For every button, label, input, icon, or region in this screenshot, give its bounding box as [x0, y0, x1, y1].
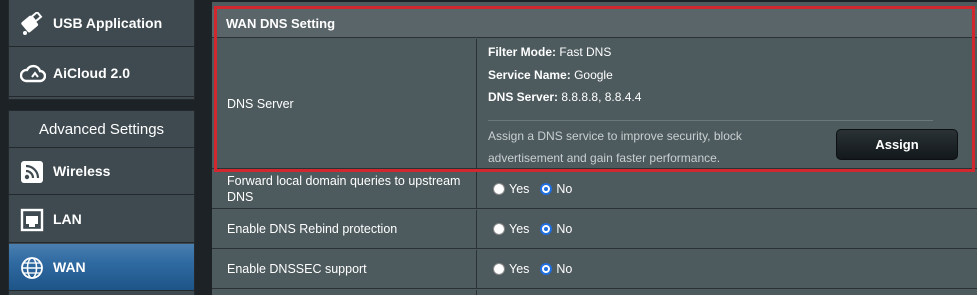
dnssec-radio-group: Yes No	[493, 262, 583, 276]
dnssec-label: Enable DNSSEC support	[212, 250, 477, 288]
forward-local-domain-options: Yes No	[478, 170, 977, 208]
dns-description: Assign a DNS service to improve security…	[488, 129, 742, 165]
service-name-key: Service Name:	[488, 68, 571, 82]
sidebar-item-label: LAN	[53, 211, 82, 227]
usb-icon	[20, 10, 46, 36]
assign-button[interactable]: Assign	[836, 129, 958, 160]
sidebar-top-menu: USB Application AiCloud 2.0	[8, 0, 195, 100]
next-row-label	[212, 290, 477, 295]
forward-local-domain-radio-group: Yes No	[493, 182, 583, 196]
dns-server-addresses: 8.8.8.8, 8.8.4.4	[561, 90, 642, 104]
sidebar-item-label: USB Application	[53, 15, 163, 31]
radio-button-checked[interactable]	[540, 183, 553, 195]
dns-server-value-cell: Filter Mode: Fast DNS Service Name: Goog…	[478, 39, 977, 168]
panel-title: WAN DNS Setting	[226, 16, 336, 31]
filter-mode-key: Filter Mode:	[488, 45, 556, 59]
sidebar-item-label: AiCloud 2.0	[53, 65, 131, 81]
divider	[488, 120, 933, 121]
dns-rebind-options: Yes No	[478, 210, 977, 248]
advanced-settings-menu: Advanced Settings Wireless LAN WAN	[8, 110, 195, 295]
radio-label: Yes	[509, 182, 530, 196]
sidebar-item-wan[interactable]: WAN	[9, 244, 194, 291]
dnssec-no-option[interactable]: No	[540, 262, 572, 276]
advanced-settings-header: Advanced Settings	[9, 111, 194, 148]
dns-rebind-row: Enable DNS Rebind protection Yes No	[212, 210, 977, 249]
radio-button[interactable]	[493, 183, 505, 195]
cloud-icon	[19, 62, 47, 86]
radio-button-checked[interactable]	[540, 263, 553, 275]
sidebar-item-aicloud[interactable]: AiCloud 2.0	[9, 50, 194, 97]
wan-dns-settings-panel: WAN DNS Setting DNS Server Filter Mode: …	[212, 2, 977, 295]
lan-icon	[20, 208, 46, 232]
radio-label: No	[556, 222, 573, 236]
router-settings-page: { "sidebar": { "top_items": [ {"label": …	[0, 0, 977, 295]
dnssec-yes-option[interactable]: Yes	[493, 262, 529, 276]
forward-local-domain-row: Forward local domain queries to upstream…	[212, 170, 977, 209]
dns-rebind-radio-group: Yes No	[493, 222, 583, 236]
sidebar-item-label: WAN	[53, 259, 86, 275]
rebind-no-option[interactable]: No	[540, 222, 572, 236]
forward-no-option[interactable]: No	[540, 182, 572, 196]
sidebar: USB Application AiCloud 2.0 Advanced Set…	[0, 0, 210, 295]
radio-label: No	[556, 262, 573, 276]
dns-server-row: DNS Server Filter Mode: Fast DNS Service…	[212, 39, 977, 169]
dns-server-line: DNS Server: 8.8.8.8, 8.8.4.4	[488, 90, 641, 104]
sidebar-item-usb-application[interactable]: USB Application	[9, 0, 194, 47]
filter-mode-value: Fast DNS	[559, 45, 612, 59]
dns-rebind-label: Enable DNS Rebind protection	[212, 210, 477, 248]
radio-label: Yes	[509, 222, 530, 236]
radio-button[interactable]	[493, 223, 505, 235]
sidebar-item-label: Wireless	[53, 163, 111, 179]
sidebar-item-wireless[interactable]: Wireless	[9, 148, 194, 195]
dnssec-options: Yes No	[478, 250, 977, 288]
sidebar-item-lan[interactable]: LAN	[9, 196, 194, 243]
filter-mode-line: Filter Mode: Fast DNS	[488, 45, 611, 59]
forward-local-domain-label: Forward local domain queries to upstream…	[212, 170, 477, 208]
service-name-value: Google	[574, 68, 613, 82]
dnssec-row: Enable DNSSEC support Yes No	[212, 250, 977, 289]
wifi-icon	[20, 160, 46, 184]
next-row-partial	[212, 290, 977, 295]
radio-button[interactable]	[493, 263, 505, 275]
forward-yes-option[interactable]: Yes	[493, 182, 529, 196]
radio-label: Yes	[509, 262, 530, 276]
next-row-value	[478, 290, 977, 295]
panel-header: WAN DNS Setting	[212, 9, 977, 38]
dns-server-label: DNS Server	[212, 39, 477, 168]
radio-button-checked[interactable]	[540, 223, 553, 235]
globe-icon	[20, 256, 46, 280]
dns-server-key: DNS Server:	[488, 90, 559, 104]
rebind-yes-option[interactable]: Yes	[493, 222, 529, 236]
service-name-line: Service Name: Google	[488, 68, 613, 82]
radio-label: No	[556, 182, 573, 196]
